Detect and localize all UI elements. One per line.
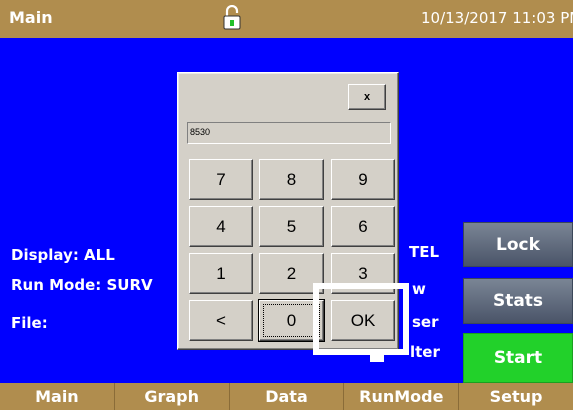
start-button[interactable]: Start <box>463 333 573 383</box>
close-button[interactable]: x <box>348 84 386 110</box>
ok-highlight-frame <box>313 283 409 355</box>
hidden-label-lter: lter <box>410 343 440 361</box>
key-5[interactable]: 5 <box>259 206 324 247</box>
tab-runmode[interactable]: RunMode <box>343 383 458 410</box>
lock-button[interactable]: Lock <box>463 222 573 267</box>
tab-data[interactable]: Data <box>228 383 344 410</box>
key-9[interactable]: 9 <box>331 159 395 200</box>
display-status: Display: ALL <box>11 246 115 264</box>
tab-main[interactable]: Main <box>0 383 114 410</box>
run-mode-status: Run Mode: SURV <box>11 276 153 294</box>
screen-title: Main <box>9 8 53 27</box>
key-8[interactable]: 8 <box>259 159 324 200</box>
file-status: File: <box>11 314 48 332</box>
key-4[interactable]: 4 <box>189 206 253 247</box>
key-6[interactable]: 6 <box>331 206 395 247</box>
bottom-nav: Main Graph Data RunMode Setup <box>0 383 573 410</box>
key-1[interactable]: 1 <box>189 253 253 294</box>
hidden-label-tel: TEL <box>409 243 440 261</box>
stats-button[interactable]: Stats <box>463 278 573 324</box>
keypad-value-field[interactable]: 8530 <box>187 122 391 144</box>
unlocked-padlock-icon <box>223 5 241 30</box>
hidden-label-w: w <box>412 280 426 298</box>
hidden-label-ser: ser <box>412 313 439 331</box>
backspace-key[interactable]: < <box>189 300 253 341</box>
tab-graph[interactable]: Graph <box>113 383 229 410</box>
key-7[interactable]: 7 <box>189 159 253 200</box>
tab-setup[interactable]: Setup <box>458 383 573 410</box>
datetime-readout: 10/13/2017 11:03 PM <box>421 9 573 27</box>
title-bar: Main 10/13/2017 11:03 PM <box>0 0 573 38</box>
